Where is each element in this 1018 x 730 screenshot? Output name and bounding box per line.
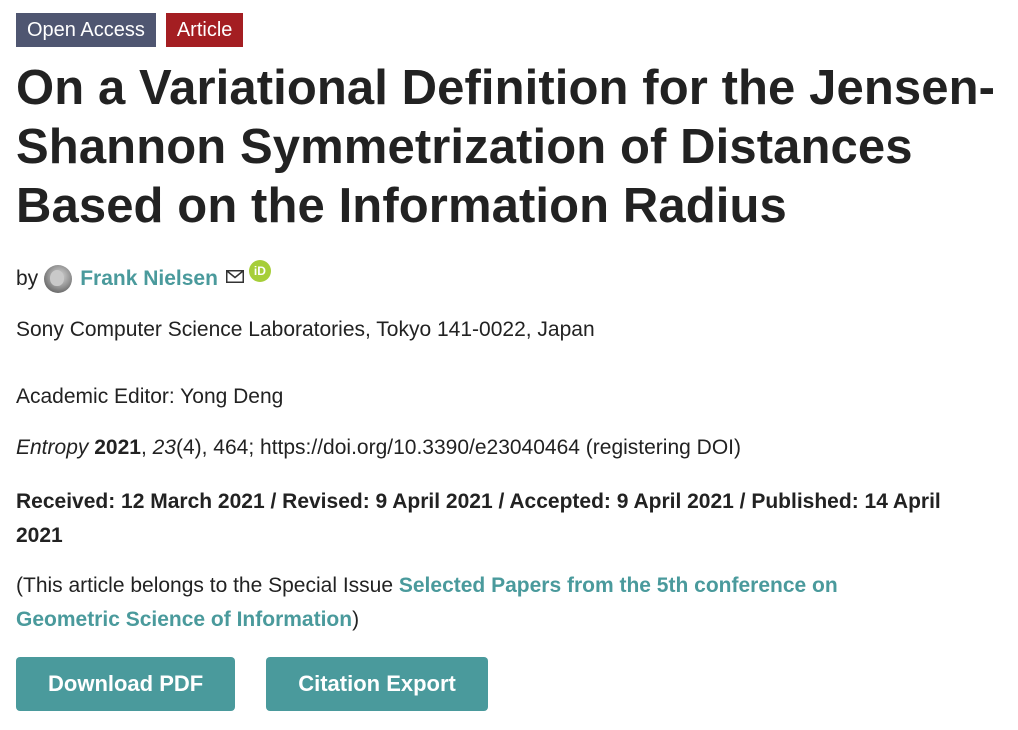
citation-export-button[interactable]: Citation Export [266, 657, 488, 711]
academic-editor: Academic Editor: Yong Deng [16, 385, 284, 408]
action-buttons: Download PDF Citation Export [16, 657, 1006, 711]
author-avatar[interactable] [44, 265, 73, 293]
special-issue-prefix: (This article belongs to the Special Iss… [16, 574, 399, 597]
special-issue-suffix: ) [352, 608, 360, 631]
citation-line: Entropy 2021, 23(4), 464; https://doi.or… [16, 436, 741, 459]
article-header: Open Access Article On a Variational Def… [16, 13, 1006, 711]
by-label: by [16, 267, 39, 290]
open-access-badge[interactable]: Open Access [16, 13, 156, 47]
author-name-link[interactable]: Frank Nielsen [80, 267, 218, 291]
download-pdf-button[interactable]: Download PDF [16, 657, 236, 711]
author-affiliation: Sony Computer Science Laboratories, Toky… [16, 318, 595, 341]
publication-dates: Received: 12 March 2021 / Revised: 9 Apr… [16, 490, 941, 547]
article-type-badge: Article [165, 13, 244, 47]
citation-year: 2021 [94, 436, 141, 459]
journal-name: Entropy [16, 436, 89, 459]
author-line: by Frank Nielsen iD [16, 260, 1006, 296]
orcid-icon[interactable]: iD [248, 260, 271, 282]
special-issue-note: (This article belongs to the Special Iss… [16, 569, 946, 637]
citation-issue-doi: (4), 464; https://doi.org/10.3390/e23040… [175, 436, 741, 459]
article-title: On a Variational Definition for the Jens… [16, 61, 996, 233]
badge-row: Open Access Article [16, 13, 1006, 47]
email-icon[interactable] [225, 265, 244, 283]
citation-volume: 23 [152, 436, 176, 459]
